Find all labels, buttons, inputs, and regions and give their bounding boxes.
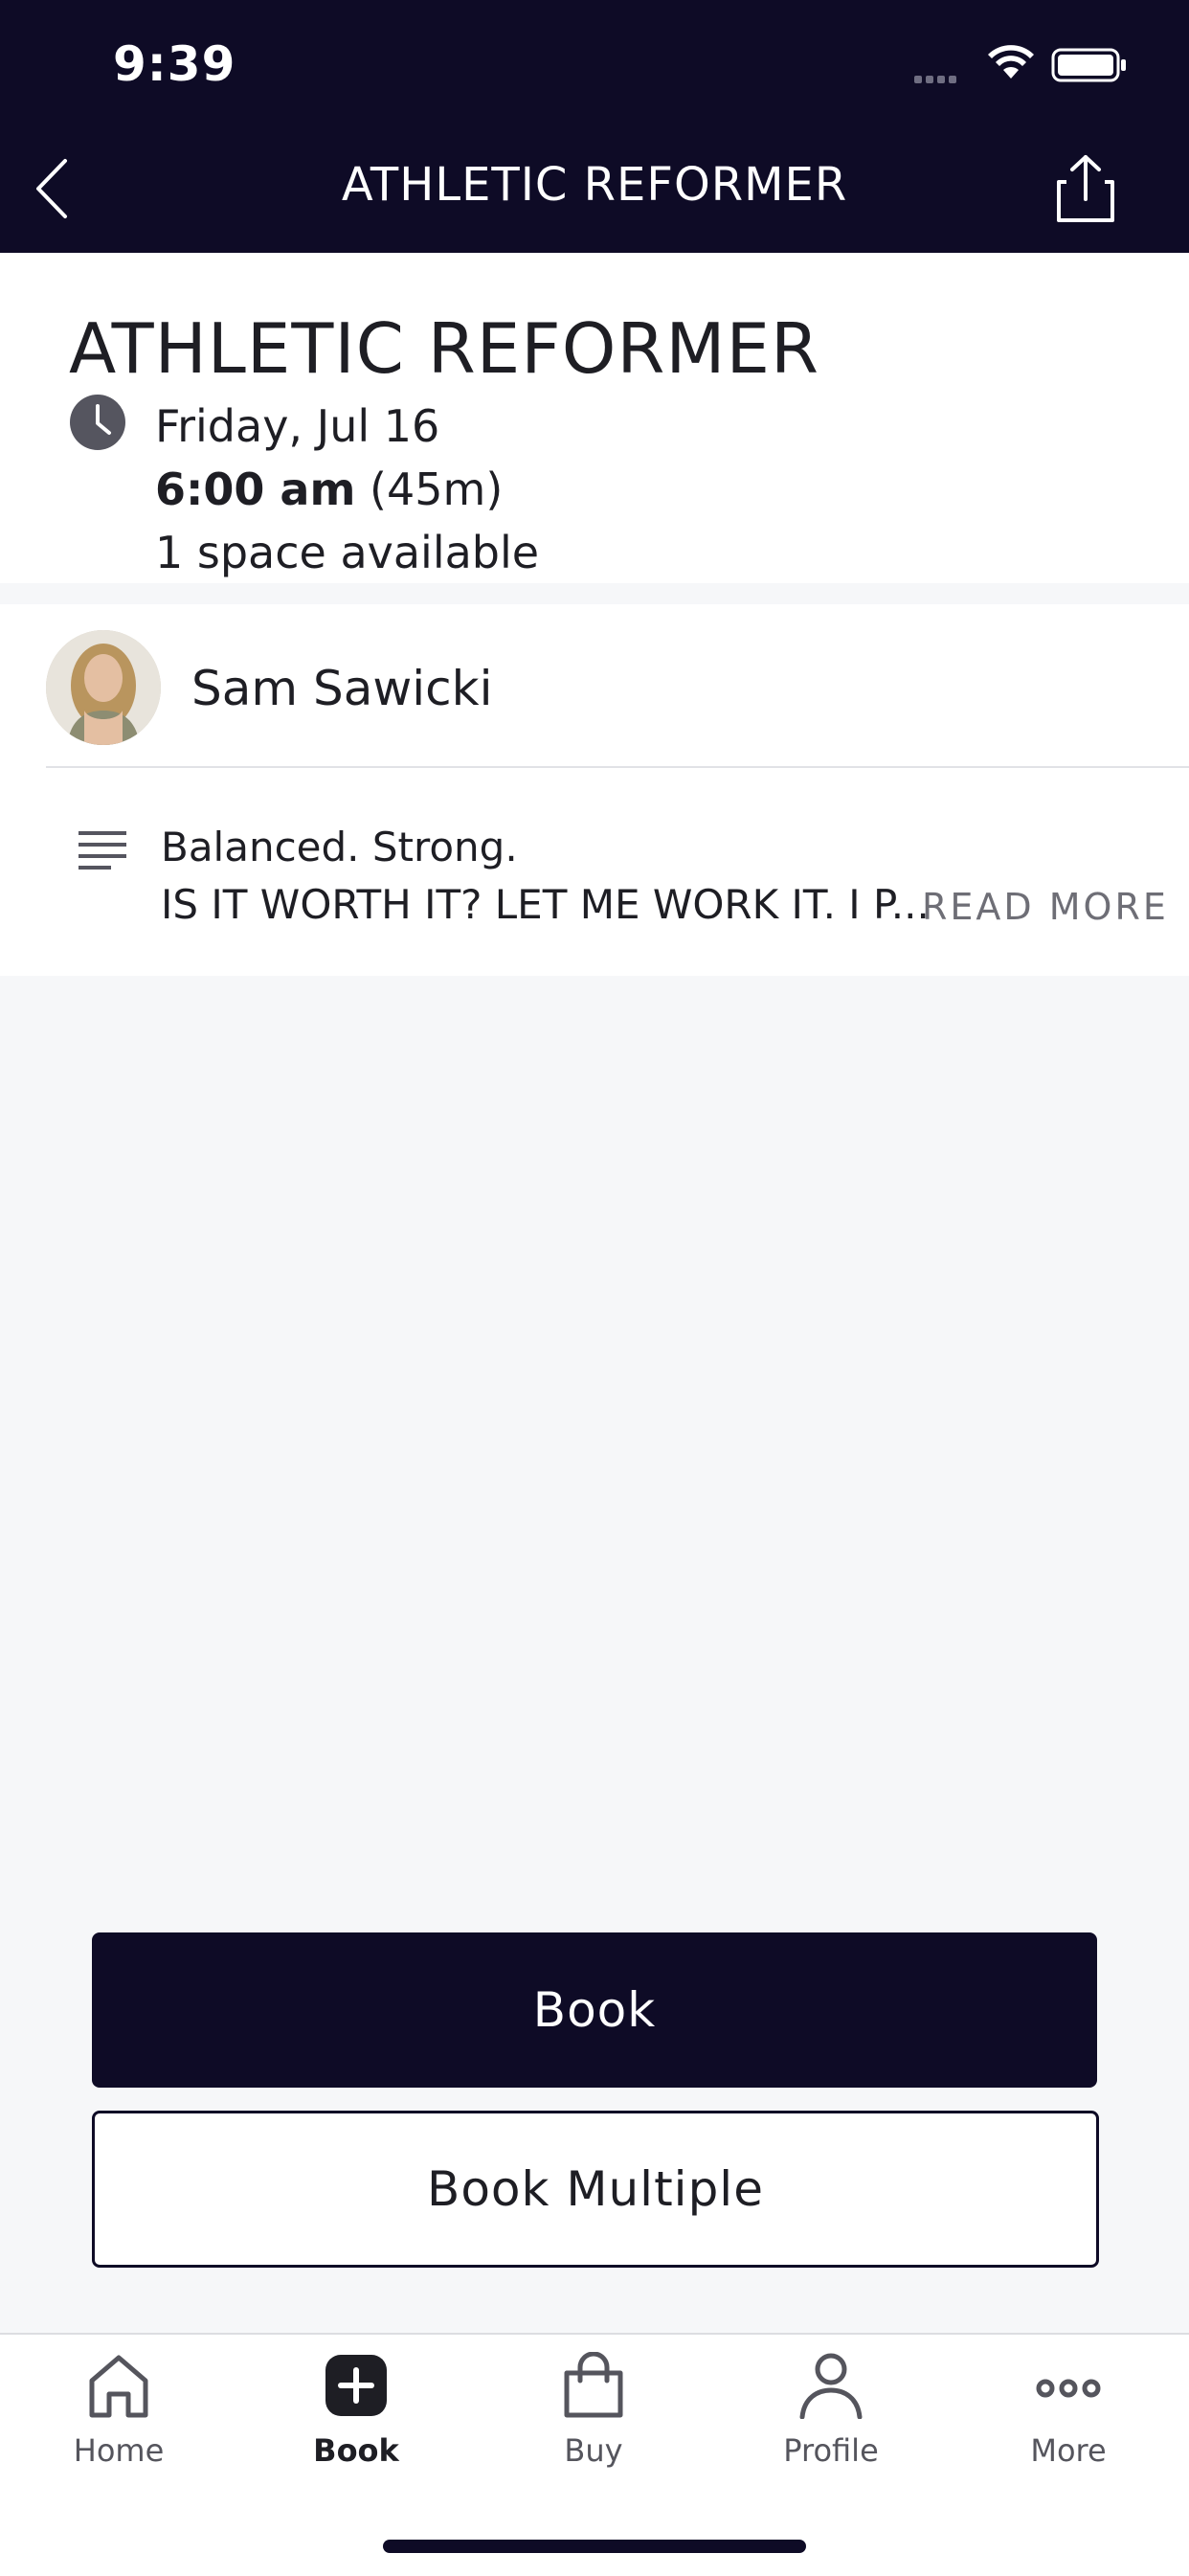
class-time: 6:00 am (45m) [155,463,503,515]
tab-book[interactable]: Book [260,2352,452,2476]
section-separator [0,583,1189,604]
tab-home-label: Home [73,2432,165,2469]
tab-home[interactable]: Home [23,2352,214,2476]
class-start-time: 6:00 am [155,463,356,515]
class-date: Friday, Jul 16 [155,400,440,452]
class-duration: (45m) [370,463,504,515]
tab-profile-label: Profile [783,2432,879,2469]
battery-icon [1051,48,1126,82]
description-preview: IS IT WORTH IT? LET ME WORK IT. I P... [161,881,930,928]
shopping-bag-icon [564,2352,623,2418]
book-multiple-button[interactable]: Book Multiple [92,2111,1099,2268]
person-icon [799,2353,863,2419]
description-lines-icon [79,831,126,870]
instructor-name[interactable]: Sam Sawicki [191,661,492,716]
status-time: 9:39 [113,36,236,92]
home-icon [89,2355,148,2418]
class-availability: 1 space available [155,527,540,578]
nav-title: ATHLETIC REFORMER [341,158,848,212]
tab-profile[interactable]: Profile [735,2352,927,2476]
more-dots-icon [1036,2379,1101,2398]
book-button[interactable]: Book [92,1932,1097,2088]
signal-icon [914,69,960,87]
wifi-icon [988,45,1034,79]
tab-buy-label: Buy [564,2432,623,2469]
class-title: ATHLETIC REFORMER [69,308,820,389]
tab-more[interactable]: More [973,2352,1164,2476]
tab-book-label: Book [313,2432,399,2469]
description-tagline: Balanced. Strong. [161,824,518,870]
tab-buy[interactable]: Buy [498,2352,689,2476]
home-indicator[interactable] [383,2540,806,2553]
clock-icon [70,395,125,450]
tab-more-label: More [1030,2432,1107,2469]
read-more-link[interactable]: READ MORE [922,886,1169,928]
divider [46,766,1189,768]
share-button[interactable] [1053,153,1118,224]
instructor-avatar[interactable] [46,630,161,745]
plus-square-icon [325,2355,387,2416]
